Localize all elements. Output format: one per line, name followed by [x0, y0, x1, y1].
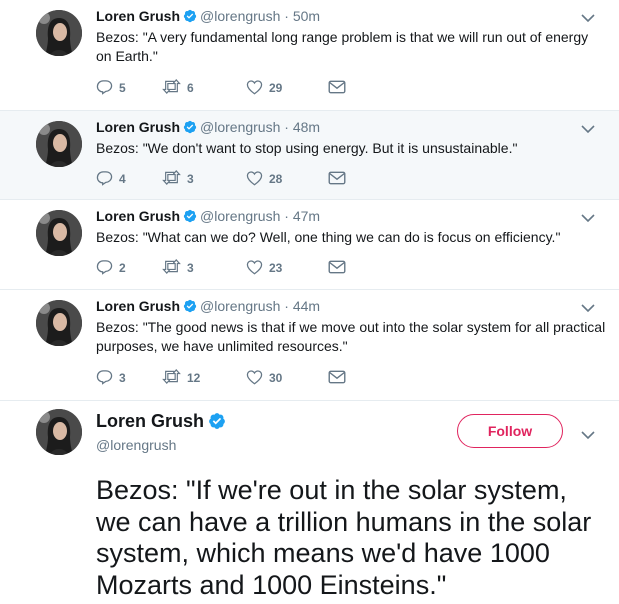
reply-button[interactable]: 3 — [96, 368, 162, 388]
tweet-actions: 5 6 29 — [96, 78, 346, 98]
reply-icon — [96, 169, 113, 189]
retweet-button[interactable]: 6 — [162, 78, 246, 98]
author-name[interactable]: Loren Grush — [96, 298, 180, 314]
chevron-down-icon[interactable] — [581, 121, 595, 139]
retweet-button[interactable]: 3 — [162, 169, 246, 189]
separator-dot: · — [284, 8, 289, 24]
like-button[interactable]: 28 — [246, 170, 328, 189]
tweet-text: Bezos: "We don't want to stop using ener… — [96, 140, 518, 156]
retweet-icon — [162, 169, 181, 189]
tweet-text: Bezos: "What can we do? Well, one thing … — [96, 229, 561, 245]
like-count: 23 — [269, 261, 283, 275]
author-name[interactable]: Loren Grush — [96, 208, 180, 224]
tweet-header: Loren Grush @lorengrush · 50m — [96, 8, 320, 26]
timestamp[interactable]: 44m — [293, 298, 320, 314]
retweet-icon — [162, 368, 181, 388]
chevron-down-icon[interactable] — [581, 300, 595, 318]
direct-message-icon — [328, 260, 346, 277]
tweet-text: Bezos: "The good news is that if we move… — [96, 319, 606, 354]
reply-button[interactable]: 2 — [96, 258, 162, 278]
reply-icon — [96, 78, 113, 98]
verified-badge-icon — [183, 9, 197, 26]
direct-message-icon — [328, 80, 346, 97]
avatar[interactable] — [36, 210, 82, 256]
chevron-down-icon[interactable] — [581, 10, 595, 28]
separator-dot: · — [284, 298, 289, 314]
tweet[interactable]: Loren Grush @lorengrush · 50m Bezos: "A v… — [0, 0, 619, 111]
avatar[interactable] — [36, 409, 82, 455]
reply-icon — [96, 258, 113, 278]
tweet-actions: 3 12 30 — [96, 368, 346, 388]
author-name[interactable]: Loren Grush — [96, 119, 180, 135]
verified-badge-icon — [183, 120, 197, 137]
like-button[interactable]: 30 — [246, 369, 328, 388]
author-handle[interactable]: @lorengrush — [200, 208, 280, 224]
tweet-header: Loren Grush @lorengrush · 48m — [96, 119, 320, 137]
tweet[interactable]: Loren Grush @lorengrush · 44m Bezos: "The… — [0, 290, 619, 401]
timestamp[interactable]: 50m — [293, 8, 320, 24]
avatar[interactable] — [36, 300, 82, 346]
retweet-count: 6 — [187, 81, 194, 95]
tweet[interactable]: Loren Grush @lorengrush · 47m Bezos: "Wha… — [0, 200, 619, 290]
separator-dot: · — [284, 208, 289, 224]
avatar[interactable] — [36, 121, 82, 167]
tweet-actions: 2 3 23 — [96, 258, 346, 278]
retweet-icon — [162, 258, 181, 278]
tweet-header: Loren Grush @lorengrush · 47m — [96, 208, 320, 226]
separator-dot: · — [284, 119, 289, 135]
author-handle[interactable]: @lorengrush — [200, 119, 280, 135]
focused-tweet[interactable]: Loren Grush @lorengrush Follow Bezos: "I… — [0, 401, 619, 604]
timestamp[interactable]: 48m — [293, 119, 320, 135]
retweet-count: 3 — [187, 261, 194, 275]
direct-message-button[interactable] — [328, 370, 346, 387]
like-count: 28 — [269, 172, 283, 186]
like-icon — [246, 259, 263, 278]
retweet-button[interactable]: 12 — [162, 368, 246, 388]
like-count: 30 — [269, 371, 283, 385]
like-icon — [246, 79, 263, 98]
retweet-icon — [162, 78, 181, 98]
avatar[interactable] — [36, 10, 82, 56]
direct-message-button[interactable] — [328, 80, 346, 97]
author-name[interactable]: Loren Grush — [96, 411, 204, 431]
like-button[interactable]: 23 — [246, 259, 328, 278]
like-count: 29 — [269, 81, 283, 95]
reply-count: 5 — [119, 81, 126, 95]
retweet-count: 3 — [187, 172, 194, 186]
follow-button[interactable]: Follow — [457, 414, 563, 448]
reply-count: 2 — [119, 261, 126, 275]
like-icon — [246, 369, 263, 388]
author-handle[interactable]: @lorengrush — [96, 437, 176, 453]
direct-message-button[interactable] — [328, 171, 346, 188]
reply-button[interactable]: 5 — [96, 78, 162, 98]
tweet-text: Bezos: "If we're out in the solar system… — [96, 475, 592, 600]
timestamp[interactable]: 47m — [293, 208, 320, 224]
like-button[interactable]: 29 — [246, 79, 328, 98]
direct-message-button[interactable] — [328, 260, 346, 277]
reply-count: 3 — [119, 371, 126, 385]
reply-icon — [96, 368, 113, 388]
retweet-count: 12 — [187, 371, 201, 385]
retweet-button[interactable]: 3 — [162, 258, 246, 278]
author-handle[interactable]: @lorengrush — [200, 298, 280, 314]
tweet-text: Bezos: "A very fundamental long range pr… — [96, 29, 589, 64]
tweet-actions: 4 3 28 — [96, 169, 346, 189]
reply-button[interactable]: 4 — [96, 169, 162, 189]
chevron-down-icon[interactable] — [581, 210, 595, 228]
author-name[interactable]: Loren Grush — [96, 8, 180, 24]
direct-message-icon — [328, 370, 346, 387]
verified-badge-icon — [183, 209, 197, 226]
like-icon — [246, 170, 263, 189]
chevron-down-icon[interactable] — [581, 427, 595, 445]
reply-count: 4 — [119, 172, 126, 186]
tweet[interactable]: Loren Grush @lorengrush · 48m Bezos: "We … — [0, 111, 619, 200]
tweet-header: Loren Grush @lorengrush · 44m — [96, 298, 320, 316]
author-name-row: Loren Grush — [96, 411, 226, 435]
author-handle[interactable]: @lorengrush — [200, 8, 280, 24]
verified-badge-icon — [183, 299, 197, 316]
verified-badge-icon — [208, 412, 226, 435]
direct-message-icon — [328, 171, 346, 188]
